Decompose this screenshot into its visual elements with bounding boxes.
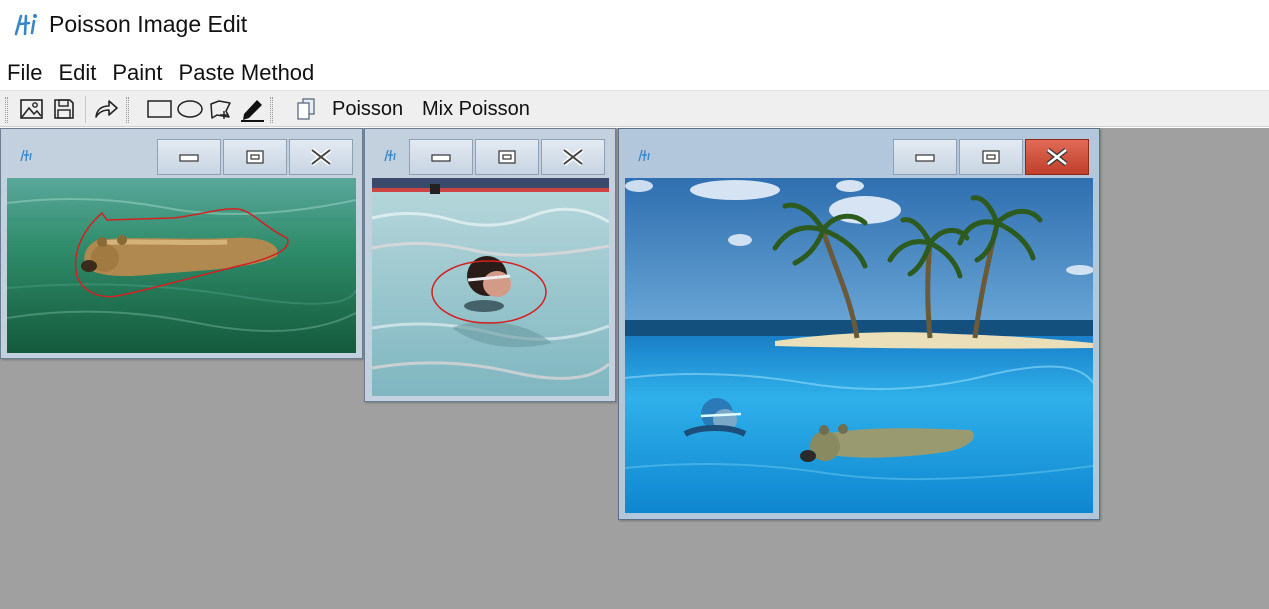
restore-icon: [246, 150, 264, 164]
close-icon: [310, 148, 332, 166]
result-window[interactable]: [618, 128, 1100, 520]
poisson-image-edit-app: Poisson Image Edit File Edit Paint Paste…: [0, 0, 1269, 609]
minimize-icon: [431, 154, 451, 162]
restore-button[interactable]: [223, 139, 287, 175]
restore-icon: [982, 150, 1000, 164]
close-icon: [1046, 148, 1068, 166]
paste-button[interactable]: [292, 95, 320, 123]
redo-icon: [95, 100, 118, 118]
window-app-icon: [638, 149, 650, 162]
redo-button[interactable]: [92, 95, 120, 123]
minimize-button[interactable]: [409, 139, 473, 175]
menu-edit[interactable]: Edit: [50, 57, 104, 89]
ellipse-tool-icon: [177, 100, 203, 118]
close-icon: [562, 148, 584, 166]
app-logo-icon: [14, 14, 37, 36]
title-bar: Poisson Image Edit: [0, 0, 1269, 50]
mix-poisson-button[interactable]: Mix Poisson: [418, 95, 534, 123]
poisson-button[interactable]: Poisson: [328, 95, 407, 123]
pen-tool-button[interactable]: [238, 95, 266, 123]
toolbar-grip[interactable]: [126, 97, 129, 123]
toolbar: Poisson Mix Poisson: [0, 90, 1269, 127]
rectangle-tool-button[interactable]: [145, 95, 173, 123]
open-image-icon: [20, 99, 43, 119]
paste-icon: [297, 98, 315, 120]
rectangle-tool-icon: [147, 100, 172, 118]
minimize-icon: [915, 154, 935, 162]
save-icon: [54, 99, 74, 119]
restore-button[interactable]: [959, 139, 1023, 175]
pen-tool-icon: [241, 100, 264, 122]
window-app-icon: [384, 149, 396, 162]
save-button[interactable]: [50, 95, 78, 123]
minimize-icon: [179, 154, 199, 162]
close-button[interactable]: [541, 139, 605, 175]
restore-icon: [498, 150, 516, 164]
window-app-icon: [20, 149, 32, 162]
minimize-button[interactable]: [893, 139, 957, 175]
toolbar-separator: [85, 96, 86, 123]
toolbar-grip[interactable]: [270, 97, 273, 123]
close-button[interactable]: [1025, 139, 1089, 175]
menu-paint[interactable]: Paint: [104, 57, 170, 89]
app-title: Poisson Image Edit: [49, 11, 248, 37]
ellipse-tool-button[interactable]: [176, 95, 204, 123]
minimize-button[interactable]: [157, 139, 221, 175]
polygon-tool-button[interactable]: [207, 95, 235, 123]
bear-image-canvas[interactable]: [7, 178, 356, 353]
restore-button[interactable]: [475, 139, 539, 175]
polygon-tool-icon: [210, 100, 231, 119]
bear-source-window[interactable]: [0, 128, 363, 359]
open-image-button[interactable]: [18, 95, 46, 123]
swimmer-image-canvas[interactable]: [372, 178, 609, 396]
result-image: [625, 178, 1093, 513]
close-button[interactable]: [289, 139, 353, 175]
menu-paste-method[interactable]: Paste Method: [171, 57, 323, 89]
bear-image: [7, 178, 356, 353]
toolbar-grip[interactable]: [5, 97, 8, 123]
swimmer-image: [372, 178, 609, 396]
menu-file[interactable]: File: [0, 57, 50, 89]
swimmer-source-window[interactable]: [364, 128, 616, 402]
menu-bar: File Edit Paint Paste Method: [0, 57, 322, 89]
result-image-canvas[interactable]: [625, 178, 1093, 513]
